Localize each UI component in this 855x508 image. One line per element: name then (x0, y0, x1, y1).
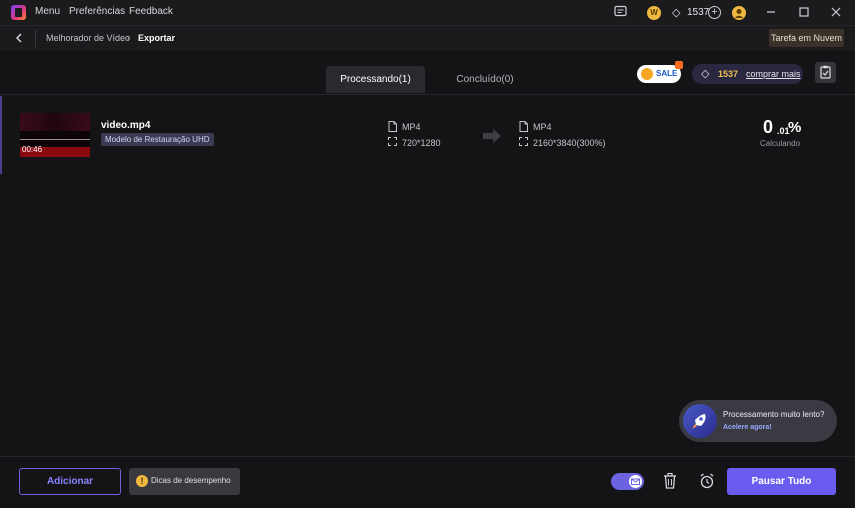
video-duration: 00:46 (22, 145, 43, 154)
accelerate-link[interactable]: Acelere agora! (723, 424, 772, 431)
file-icon (519, 121, 528, 132)
performance-tips-button[interactable]: ! Dicas de desempenho (129, 468, 240, 495)
file-icon (388, 121, 397, 132)
resolution-icon (519, 137, 528, 148)
target-resolution: 2160*3840(300%) (533, 138, 606, 148)
source-resolution: 720*1280 (402, 138, 441, 148)
diamond-icon: ◇ (672, 7, 681, 19)
breadcrumb-export: Exportar (138, 33, 176, 43)
mail-icon (629, 475, 642, 488)
breadcrumb-bar: Melhorador de Vídeo › Exportar Tarefa em… (0, 25, 855, 51)
file-name: video.mp4 (101, 120, 151, 131)
buy-more-link[interactable]: comprar mais (746, 69, 801, 79)
buy-credits-pill: ◇ 1537 comprar mais (692, 64, 803, 84)
email-notify-toggle[interactable] (611, 473, 644, 490)
breadcrumb-video-enhancer[interactable]: Melhorador de Vídeo (46, 33, 130, 43)
user-avatar-icon[interactable] (732, 6, 746, 20)
credits-count: 1537 (718, 69, 739, 79)
resolution-icon (388, 137, 397, 148)
menu-item-menu[interactable]: Menu (35, 6, 60, 17)
close-icon[interactable] (828, 4, 844, 20)
alarm-clock-icon[interactable] (699, 472, 715, 490)
menu-item-preferences[interactable]: Preferências (69, 6, 125, 17)
thumbnail-line (20, 139, 90, 140)
tab-processing[interactable]: Processando(1) (326, 66, 425, 93)
sale-badge[interactable]: SALE (637, 61, 683, 83)
chevron-right-icon: › (127, 32, 130, 42)
tabs-area: Processando(1) Concluído(0) SALE ◇ 1537 … (0, 51, 855, 95)
video-thumbnail: 00:46 (20, 113, 90, 157)
notification-dot (675, 61, 683, 69)
speed-up-card[interactable]: Processamento muito lento? Acelere agora… (679, 400, 837, 442)
pause-all-button[interactable]: Pausar Tudo (727, 468, 836, 495)
speed-question: Processamento muito lento? (723, 410, 825, 419)
trash-icon[interactable] (662, 472, 678, 490)
model-tag: Modelo de Restauração UHD (101, 133, 214, 146)
credits-count: 1537 (687, 7, 710, 18)
back-arrow-icon[interactable] (12, 31, 26, 45)
arrow-right-icon (481, 128, 503, 144)
source-format: MP4 (402, 122, 421, 132)
minimize-icon[interactable] (763, 4, 779, 20)
divider (35, 30, 36, 47)
coin-icon[interactable]: W (647, 6, 661, 20)
target-format: MP4 (533, 122, 552, 132)
coin-icon (641, 68, 653, 80)
add-credits-icon[interactable]: + (708, 6, 721, 19)
tab-done[interactable]: Concluído(0) (440, 66, 530, 93)
title-bar: Menu Preferências Feedback W ◇ 1537 + (0, 0, 855, 25)
maximize-icon[interactable] (796, 4, 812, 20)
rocket-icon (683, 404, 717, 438)
chat-icon[interactable] (614, 5, 629, 20)
progress-integer: 0 (763, 117, 774, 137)
clipboard-icon[interactable] (815, 62, 836, 83)
diamond-icon: ◇ (701, 68, 710, 80)
performance-tips-label: Dicas de desempenho (151, 476, 231, 485)
add-button[interactable]: Adicionar (19, 468, 121, 495)
menu-item-feedback[interactable]: Feedback (129, 6, 173, 17)
progress-status: Calculando (760, 139, 801, 148)
sale-label: SALE (656, 69, 678, 78)
app-logo-icon (11, 5, 26, 20)
bottom-bar: Adicionar ! Dicas de desempenho Pausar T… (0, 456, 855, 508)
progress-percent-sign: % (788, 119, 802, 136)
cloud-task-button[interactable]: Tarefa em Nuvem (769, 29, 844, 47)
warning-icon: ! (136, 475, 148, 487)
task-row[interactable]: 00:46 video.mp4 Modelo de Restauração UH… (0, 96, 855, 174)
thumbnail-band (20, 113, 90, 131)
